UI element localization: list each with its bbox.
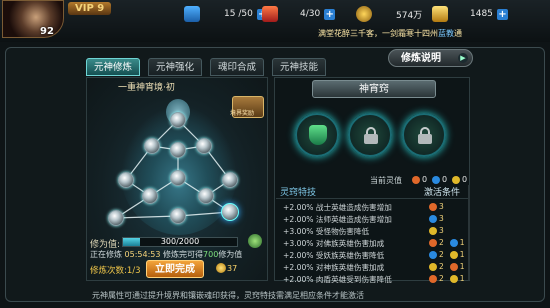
current-gold-value: 0 xyxy=(452,175,467,184)
meridian-node[interactable] xyxy=(170,170,186,186)
gem-count: 2 xyxy=(439,274,444,283)
gem-count: 2 xyxy=(439,262,444,271)
cavity-slot-locked[interactable] xyxy=(402,113,446,157)
skill-row: +2.00% 法师英雄造成伤害增加 3 xyxy=(283,214,468,225)
gem-count: 3 xyxy=(439,202,444,211)
gem-icon xyxy=(449,275,458,283)
cavity-slot-unlocked[interactable] xyxy=(295,113,339,157)
skill-text: +3.00% 对佛族英雄伤害加成 xyxy=(283,239,385,248)
water-gem-icon xyxy=(432,175,440,184)
skill-condition: 21 xyxy=(423,262,465,271)
timer-prefix: 正在修炼 xyxy=(90,250,122,259)
skill-row: +2.00% 受妖族英雄伤害降低 2 1 xyxy=(283,250,468,261)
skill-condition: 3 xyxy=(423,202,444,211)
shield-icon xyxy=(309,125,327,145)
skill-text: +2.00% 战士英雄造成伤害增加 xyxy=(283,203,392,212)
meridian-node[interactable] xyxy=(108,210,124,226)
meridian-node[interactable] xyxy=(170,112,186,128)
meridian-node[interactable] xyxy=(170,208,186,224)
finish-now-button[interactable]: 立即完成 xyxy=(146,260,204,278)
gold-gem-icon xyxy=(452,175,460,184)
current-water-value: 0 xyxy=(432,175,447,184)
gem-count: 1 xyxy=(459,250,465,259)
meridian-node[interactable] xyxy=(198,188,214,204)
meridian-node[interactable] xyxy=(142,188,158,204)
gem-icon xyxy=(429,263,437,271)
skill-text: +2.00% 法师英雄造成伤害增加 xyxy=(283,215,392,224)
gem-count: 1 xyxy=(459,262,465,271)
timer-mid: 修炼完可得 xyxy=(163,250,204,259)
meridian-node[interactable] xyxy=(118,172,134,188)
gem-icon xyxy=(429,275,437,283)
skill-condition: 21 xyxy=(423,274,465,283)
lock-icon xyxy=(364,127,378,144)
timer-suffix: 修为值 xyxy=(218,250,243,259)
gem-icon xyxy=(429,239,437,247)
gem-icon xyxy=(449,239,458,247)
meridian-node-active[interactable] xyxy=(221,203,239,221)
gem-icon xyxy=(429,215,437,223)
meridian-node[interactable] xyxy=(196,138,212,154)
skill-condition: 21 xyxy=(423,250,465,259)
skills-column-title: 灵窍特技 xyxy=(280,188,317,198)
timer-time: 05:54:53 xyxy=(124,250,161,259)
gem-icon xyxy=(429,251,437,259)
skill-row: +3.00% 对佛族英雄伤害加成 2 1 xyxy=(283,238,468,249)
ingot-icon xyxy=(216,263,226,273)
cavity-slot-locked[interactable] xyxy=(348,113,392,157)
skill-row: +2.00% 对神族英雄伤害加成 2 1 xyxy=(283,262,468,273)
meridian-node[interactable] xyxy=(222,172,238,188)
xp-value: 300/2000 xyxy=(160,237,200,246)
skill-condition: 3 xyxy=(423,214,444,223)
current-fire-value: 0 xyxy=(412,175,427,184)
fire-gem-icon xyxy=(412,175,420,184)
skill-text: +3.00% 受怪物伤害降低 xyxy=(283,227,370,236)
cultivation-timer: 正在修炼 05:54:53 修炼完可得700修为值 xyxy=(90,249,242,260)
gem-icon xyxy=(449,251,458,259)
gem-count: 2 xyxy=(439,250,444,259)
gem-count: 2 xyxy=(439,238,444,247)
skill-condition: 3 xyxy=(423,226,444,235)
meridian-node[interactable] xyxy=(170,142,186,158)
skills-scrollbar[interactable] xyxy=(468,185,470,280)
gem-icon xyxy=(429,227,437,235)
skill-condition: 21 xyxy=(423,238,465,247)
skill-row: +2.00% 肉盾英雄受到伤害降低 2 1 xyxy=(283,274,468,285)
gem-count: 3 xyxy=(439,226,444,235)
gem-icon xyxy=(429,203,437,211)
pill-icon[interactable] xyxy=(248,234,262,248)
gem-count: 1 xyxy=(459,274,465,283)
footer-hint: 元神属性可通过提升境界和镶嵌魂印获得，灵窍特技需满足相应条件才能激活 xyxy=(92,291,364,300)
skill-row: +3.00% 受怪物伤害降低 3 xyxy=(283,226,468,237)
gem-count: 3 xyxy=(439,214,444,223)
skill-text: +2.00% 受妖族英雄伤害降低 xyxy=(283,251,385,260)
cavity-title: 神宵窍 xyxy=(312,80,436,98)
finish-cost: 37 xyxy=(227,264,238,273)
condition-column-title: 激活条件 xyxy=(424,188,461,198)
skills-table-header: 灵窍特技 激活条件 xyxy=(276,185,468,199)
gem-count: 1 xyxy=(459,238,465,247)
timer-gain: 700 xyxy=(203,250,219,259)
skill-row: +2.00% 战士英雄造成伤害增加 3 xyxy=(283,202,468,213)
cultivation-count: 修炼次数:1/3 xyxy=(90,266,141,276)
gem-icon xyxy=(449,263,458,271)
skill-text: +2.00% 对神族英雄伤害加成 xyxy=(283,263,385,272)
lock-icon xyxy=(418,127,432,144)
meridian-node[interactable] xyxy=(144,138,160,154)
skill-text: +2.00% 肉盾英雄受到伤害降低 xyxy=(283,275,392,284)
